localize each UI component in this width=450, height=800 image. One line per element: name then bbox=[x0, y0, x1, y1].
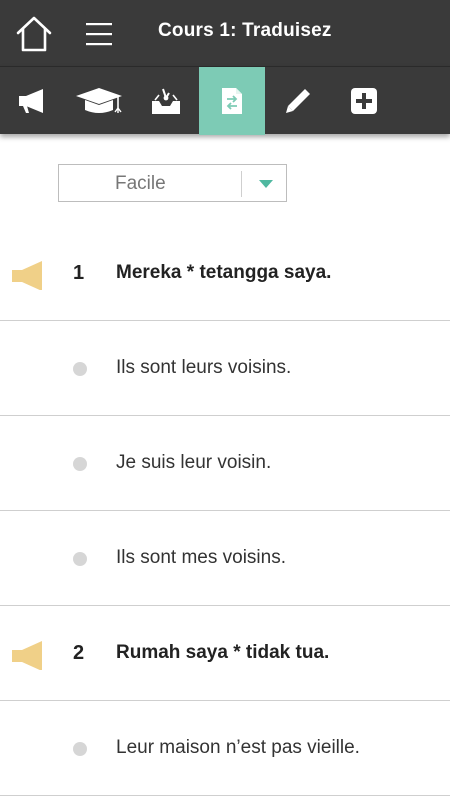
tab-exercise[interactable] bbox=[132, 67, 199, 135]
chevron-down-icon[interactable] bbox=[259, 180, 273, 188]
radio-dot[interactable] bbox=[73, 362, 87, 376]
answer-option[interactable]: Ils sont leurs voisins. bbox=[0, 321, 450, 416]
menu-icon[interactable] bbox=[84, 20, 116, 48]
difficulty-select[interactable]: Facile bbox=[58, 164, 287, 202]
radio-dot[interactable] bbox=[73, 457, 87, 471]
page-title: Cours 1: Traduisez bbox=[158, 20, 332, 41]
question-row: 2 Rumah saya * tidak tua. bbox=[0, 606, 450, 701]
graduation-cap-icon bbox=[74, 86, 124, 116]
megaphone-icon bbox=[17, 87, 49, 115]
tab-audio[interactable] bbox=[0, 67, 66, 135]
answer-option[interactable]: Ils sont mes voisins. bbox=[0, 511, 450, 606]
radio-dot[interactable] bbox=[73, 552, 87, 566]
answer-text: Leur maison n’est pas vieille. bbox=[116, 737, 360, 758]
answer-option[interactable]: Je suis leur voisin. bbox=[0, 416, 450, 511]
tab-bar bbox=[0, 66, 450, 135]
pencil-icon bbox=[283, 86, 313, 116]
question-text: Mereka * tetangga saya. bbox=[116, 262, 332, 283]
document-swap-icon bbox=[220, 86, 244, 116]
inbox-icon bbox=[149, 86, 183, 116]
answer-text: Je suis leur voisin. bbox=[116, 452, 272, 473]
answer-text: Ils sont leurs voisins. bbox=[116, 357, 292, 378]
tab-translate[interactable] bbox=[199, 67, 265, 135]
question-text: Rumah saya * tidak tua. bbox=[116, 642, 330, 663]
difficulty-value: Facile bbox=[115, 173, 166, 194]
tab-more[interactable] bbox=[331, 67, 397, 135]
tab-lesson[interactable] bbox=[66, 67, 132, 135]
question-number: 1 bbox=[73, 262, 85, 284]
select-divider bbox=[241, 171, 242, 197]
question-number: 2 bbox=[73, 642, 85, 664]
speaker-icon[interactable] bbox=[12, 640, 46, 675]
speaker-icon[interactable] bbox=[12, 260, 46, 295]
radio-dot[interactable] bbox=[73, 742, 87, 756]
answer-option[interactable]: Leur maison n’est pas vieille. bbox=[0, 701, 450, 796]
plus-square-icon bbox=[350, 87, 378, 115]
question-row: 1 Mereka * tetangga saya. bbox=[0, 226, 450, 321]
tab-write[interactable] bbox=[265, 67, 331, 135]
app-header: Cours 1: Traduisez bbox=[0, 0, 450, 66]
answer-text: Ils sont mes voisins. bbox=[116, 547, 286, 568]
home-icon[interactable] bbox=[14, 14, 54, 54]
